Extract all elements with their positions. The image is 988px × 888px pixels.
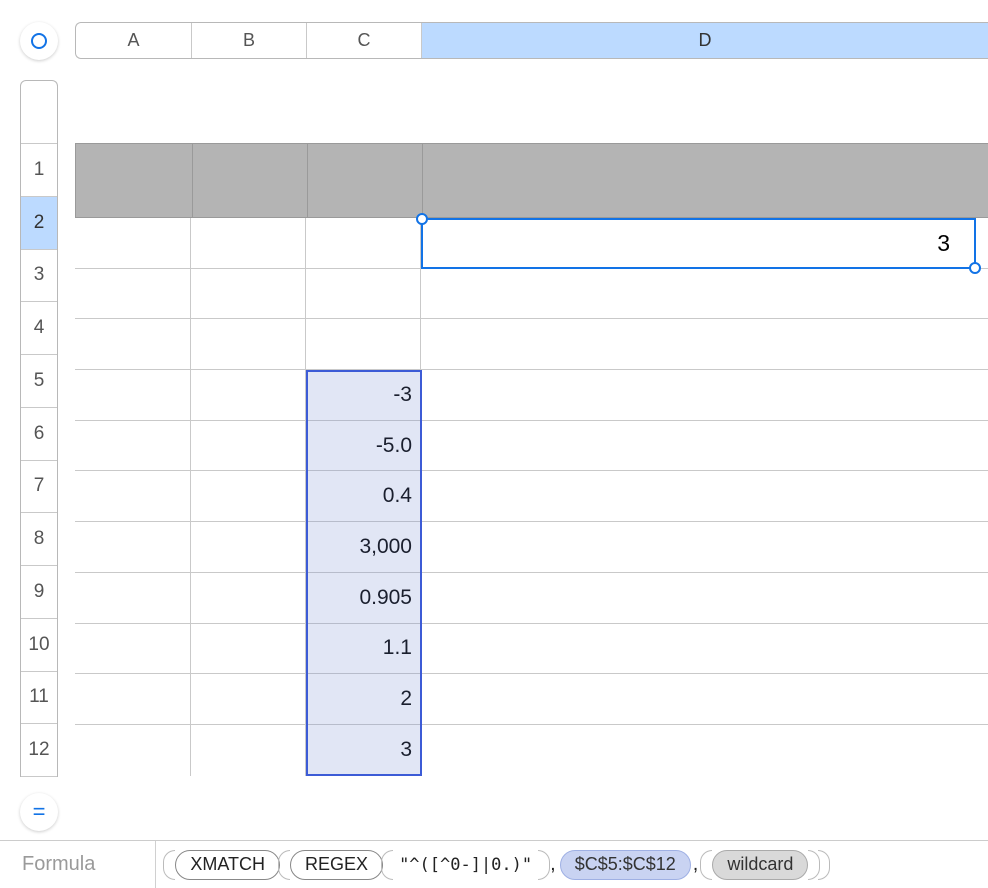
formula-token-range-ref[interactable]: $C$5:$C$12 <box>560 850 691 880</box>
formula-bar[interactable]: Formula XMATCH REGEX "^([^0-]|0.)" , $C$… <box>0 841 988 888</box>
table-row: 2 <box>75 674 988 725</box>
cell-a11[interactable] <box>75 674 191 724</box>
cell-c4[interactable] <box>306 319 421 369</box>
row-header-spacer <box>21 81 57 144</box>
column-header-d[interactable]: D <box>422 23 988 58</box>
row-header-9[interactable]: 9 <box>21 566 57 619</box>
row-header-12[interactable]: 12 <box>21 724 57 777</box>
row-header-4[interactable]: 4 <box>21 302 57 355</box>
table-header-row[interactable] <box>75 143 988 218</box>
divider <box>155 841 156 888</box>
row-header-10[interactable]: 10 <box>21 619 57 672</box>
column-header-a[interactable]: A <box>76 23 192 58</box>
comma: , <box>548 853 560 876</box>
row-header-11[interactable]: 11 <box>21 672 57 725</box>
cell-d8[interactable] <box>421 522 988 572</box>
formula-token-regex[interactable]: REGEX <box>290 850 383 880</box>
cell-a12[interactable] <box>75 725 191 776</box>
cell-c2[interactable] <box>306 218 421 268</box>
cell-a9[interactable] <box>75 573 191 623</box>
cell-d4[interactable] <box>421 319 988 369</box>
formula-token-stream[interactable]: XMATCH REGEX "^([^0-]|0.)" , $C$5:$C$12 … <box>165 850 828 880</box>
row-header-6[interactable]: 6 <box>21 408 57 461</box>
table-row: 0.905 <box>75 573 988 624</box>
circle-icon <box>29 31 49 51</box>
select-all-handle[interactable] <box>20 22 58 60</box>
cell-b12[interactable] <box>191 725 306 776</box>
cell-a7[interactable] <box>75 471 191 521</box>
row-header-2[interactable]: 2 <box>21 197 57 250</box>
table-row: 3,000 <box>75 522 988 573</box>
cell-a8[interactable] <box>75 522 191 572</box>
formula-toggle-button[interactable]: = <box>20 793 58 831</box>
cell-d2[interactable] <box>421 218 988 268</box>
cell-d6[interactable] <box>421 421 988 471</box>
cell-a3[interactable] <box>75 269 191 319</box>
row-header-3[interactable]: 3 <box>21 250 57 303</box>
row-header-column: 1 2 3 4 5 6 7 8 9 10 11 12 <box>20 80 58 777</box>
column-header-c[interactable]: C <box>307 23 422 58</box>
row-header-7[interactable]: 7 <box>21 461 57 514</box>
cell-d12[interactable] <box>421 725 988 776</box>
paren-close-icon <box>818 850 830 880</box>
cell-d5[interactable] <box>421 370 988 420</box>
table-row <box>75 218 988 269</box>
cell-b5[interactable] <box>191 370 306 420</box>
row-header-5[interactable]: 5 <box>21 355 57 408</box>
table-row: -5.0 <box>75 421 988 472</box>
cell-c5[interactable]: -3 <box>306 370 421 420</box>
cell-c3[interactable] <box>306 269 421 319</box>
table-row <box>75 269 988 320</box>
row-header-8[interactable]: 8 <box>21 513 57 566</box>
cell-a4[interactable] <box>75 319 191 369</box>
cell-b11[interactable] <box>191 674 306 724</box>
cell-c11[interactable]: 2 <box>306 674 421 724</box>
column-header-b[interactable]: B <box>192 23 307 58</box>
cell-c6[interactable]: -5.0 <box>306 421 421 471</box>
cell-b2[interactable] <box>191 218 306 268</box>
cell-b3[interactable] <box>191 269 306 319</box>
cell-b4[interactable] <box>191 319 306 369</box>
cell-a2[interactable] <box>75 218 191 268</box>
cell-b9[interactable] <box>191 573 306 623</box>
cell-b10[interactable] <box>191 624 306 674</box>
cell-b7[interactable] <box>191 471 306 521</box>
cell-c10[interactable]: 1.1 <box>306 624 421 674</box>
cell-d7[interactable] <box>421 471 988 521</box>
cell-d9[interactable] <box>421 573 988 623</box>
cell-d3[interactable] <box>421 269 988 319</box>
paren-open-icon <box>163 850 175 880</box>
cell-b6[interactable] <box>191 421 306 471</box>
table-row <box>75 319 988 370</box>
paren-open-icon <box>700 850 712 880</box>
cell-a5[interactable] <box>75 370 191 420</box>
table-row: 1.1 <box>75 624 988 675</box>
cell-c8[interactable]: 3,000 <box>306 522 421 572</box>
column-header-row: A B C D <box>75 22 988 59</box>
table-row: -3 <box>75 370 988 421</box>
equals-icon: = <box>33 799 46 825</box>
cell-a6[interactable] <box>75 421 191 471</box>
cell-c7[interactable]: 0.4 <box>306 471 421 521</box>
formula-token-match-mode[interactable]: wildcard <box>712 850 808 880</box>
cell-c9[interactable]: 0.905 <box>306 573 421 623</box>
cell-grid: -3 -5.0 0.4 3,000 0.905 <box>75 218 988 776</box>
cell-d11[interactable] <box>421 674 988 724</box>
cell-b8[interactable] <box>191 522 306 572</box>
formula-token-regex-literal[interactable]: "^([^0-]|0.)" <box>393 855 538 875</box>
formula-bar-label: Formula <box>22 853 95 876</box>
cell-a10[interactable] <box>75 624 191 674</box>
formula-token-xmatch[interactable]: XMATCH <box>175 850 280 880</box>
paren-open-icon <box>278 850 290 880</box>
cell-d10[interactable] <box>421 624 988 674</box>
paren-open-icon <box>381 850 393 880</box>
row-header-1[interactable]: 1 <box>21 144 57 197</box>
table-row: 3 <box>75 725 988 776</box>
cell-c12[interactable]: 3 <box>306 725 421 776</box>
table-row: 0.4 <box>75 471 988 522</box>
